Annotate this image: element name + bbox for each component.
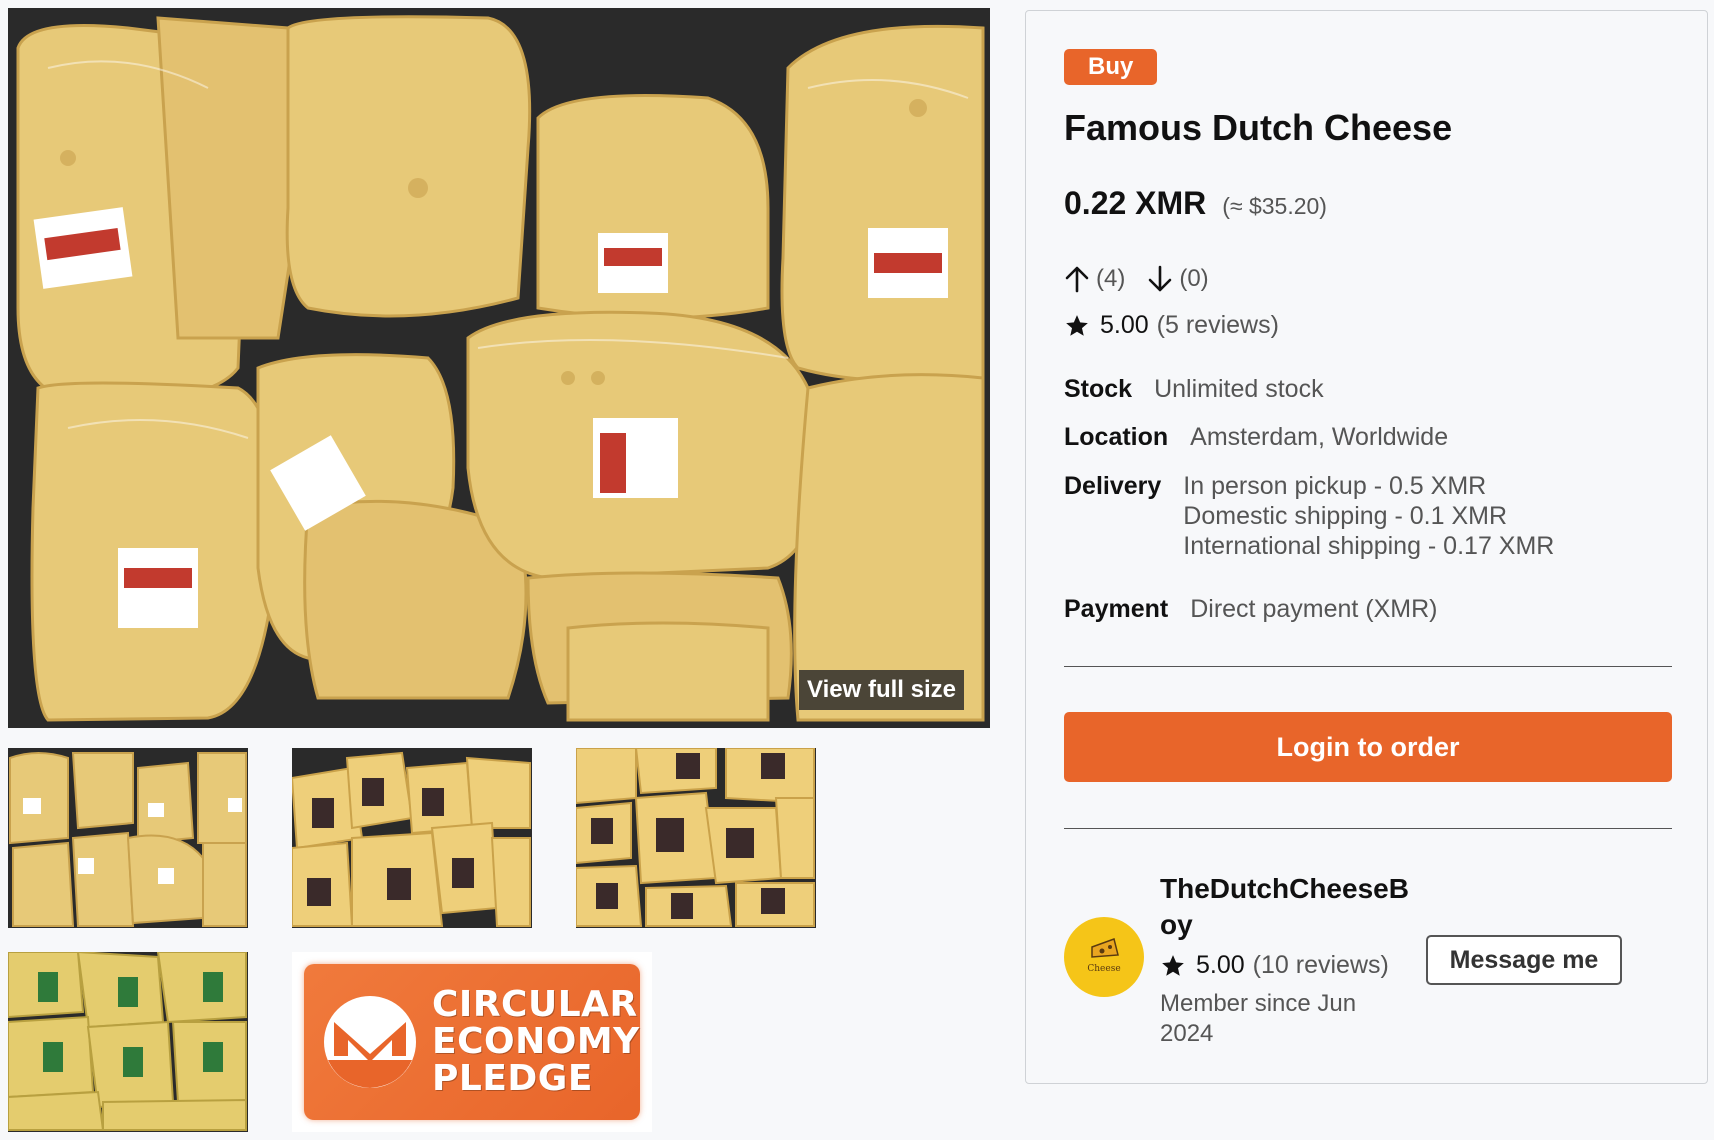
- price-xmr: 0.22 XMR: [1064, 185, 1207, 221]
- thumbnail-3[interactable]: [576, 748, 816, 928]
- thumbnail-4[interactable]: [8, 952, 248, 1132]
- delivery-options: In person pickup - 0.5 XMR Domestic ship…: [1183, 471, 1554, 561]
- location-label: Location: [1064, 423, 1169, 451]
- downvote-button[interactable]: (0): [1147, 265, 1209, 293]
- delivery-option: International shipping - 0.17 XMR: [1183, 532, 1555, 560]
- payment-row: Payment Direct payment (XMR): [1064, 595, 1437, 624]
- product-price: 0.22 XMR (≈ $35.20): [1064, 185, 1327, 222]
- delivery-option: Domestic shipping - 0.1 XMR: [1183, 502, 1508, 530]
- divider: [1064, 828, 1672, 829]
- price-fiat: (≈ $35.20): [1222, 193, 1327, 219]
- pledge-line-2: ECONOMY: [432, 1021, 640, 1062]
- star-icon: [1066, 314, 1088, 336]
- message-me-button[interactable]: Message me: [1426, 935, 1622, 985]
- listing-type-badge: Buy: [1064, 49, 1158, 85]
- location-row: Location Amsterdam, Worldwide: [1064, 423, 1448, 452]
- member-since: Member since Jun 2024: [1160, 990, 1357, 1047]
- arrow-down-icon: [1149, 265, 1172, 292]
- seller-review-count: (10 reviews): [1252, 951, 1389, 979]
- delivery-label: Delivery: [1064, 472, 1162, 500]
- rating-value: 5.00: [1100, 311, 1149, 339]
- stock-label: Stock: [1064, 375, 1133, 403]
- seller-rating: 5.00 (10 reviews): [1160, 951, 1389, 980]
- product-rating[interactable]: 5.00 (5 reviews): [1064, 311, 1279, 340]
- login-to-order-button[interactable]: Login to order: [1064, 712, 1672, 782]
- payment-value: Direct payment (XMR): [1190, 595, 1438, 623]
- stock-row: Stock Unlimited stock: [1064, 375, 1324, 404]
- pledge-line-3: PLEDGE: [432, 1058, 593, 1099]
- avatar-label: Cheese: [1087, 964, 1120, 974]
- thumbnail-2[interactable]: [292, 748, 532, 928]
- upvote-button[interactable]: (4): [1064, 265, 1125, 293]
- cheese-logo-icon: Cheese: [1087, 938, 1121, 974]
- thumbnail-image: [292, 748, 532, 928]
- cheese-photo: [8, 8, 990, 728]
- thumbnail-image: [8, 952, 248, 1132]
- vote-bar: (4) (0): [1064, 265, 1209, 293]
- pledge-badge: CIRCULAR ECONOMY PLEDGE: [304, 964, 640, 1120]
- payment-label: Payment: [1064, 595, 1169, 623]
- downvote-count: (0): [1179, 265, 1209, 292]
- thumbnail-image: [8, 748, 248, 928]
- divider: [1064, 666, 1672, 667]
- view-full-size-button[interactable]: View full size: [799, 670, 964, 710]
- seller-rating-value: 5.00: [1196, 951, 1245, 979]
- product-panel: Buy Famous Dutch Cheese 0.22 XMR (≈ $35.2…: [1025, 10, 1708, 1084]
- thumbnail-circular-economy-pledge[interactable]: CIRCULAR ECONOMY PLEDGE: [292, 952, 652, 1132]
- thumbnail-1[interactable]: [8, 748, 248, 928]
- thumbnail-image: [576, 748, 816, 928]
- main-product-image[interactable]: View full size: [8, 8, 990, 728]
- location-value: Amsterdam, Worldwide: [1190, 423, 1449, 451]
- pledge-text: CIRCULAR ECONOMY PLEDGE: [432, 986, 640, 1097]
- review-count: (5 reviews): [1156, 311, 1279, 339]
- star-icon: [1162, 954, 1184, 976]
- delivery-row: Delivery In person pickup - 0.5 XMR Dome…: [1064, 471, 1554, 561]
- delivery-option: In person pickup - 0.5 XMR: [1183, 472, 1487, 500]
- monero-logo-icon: [324, 996, 416, 1088]
- stock-value: Unlimited stock: [1154, 375, 1324, 403]
- product-title: Famous Dutch Cheese: [1064, 107, 1453, 148]
- seller-name[interactable]: TheDutchCheeseBoy: [1160, 871, 1420, 943]
- seller-avatar[interactable]: Cheese: [1064, 917, 1144, 997]
- arrow-up-icon: [1065, 266, 1089, 293]
- pledge-line-1: CIRCULAR: [432, 984, 638, 1025]
- upvote-count: (4): [1096, 265, 1126, 292]
